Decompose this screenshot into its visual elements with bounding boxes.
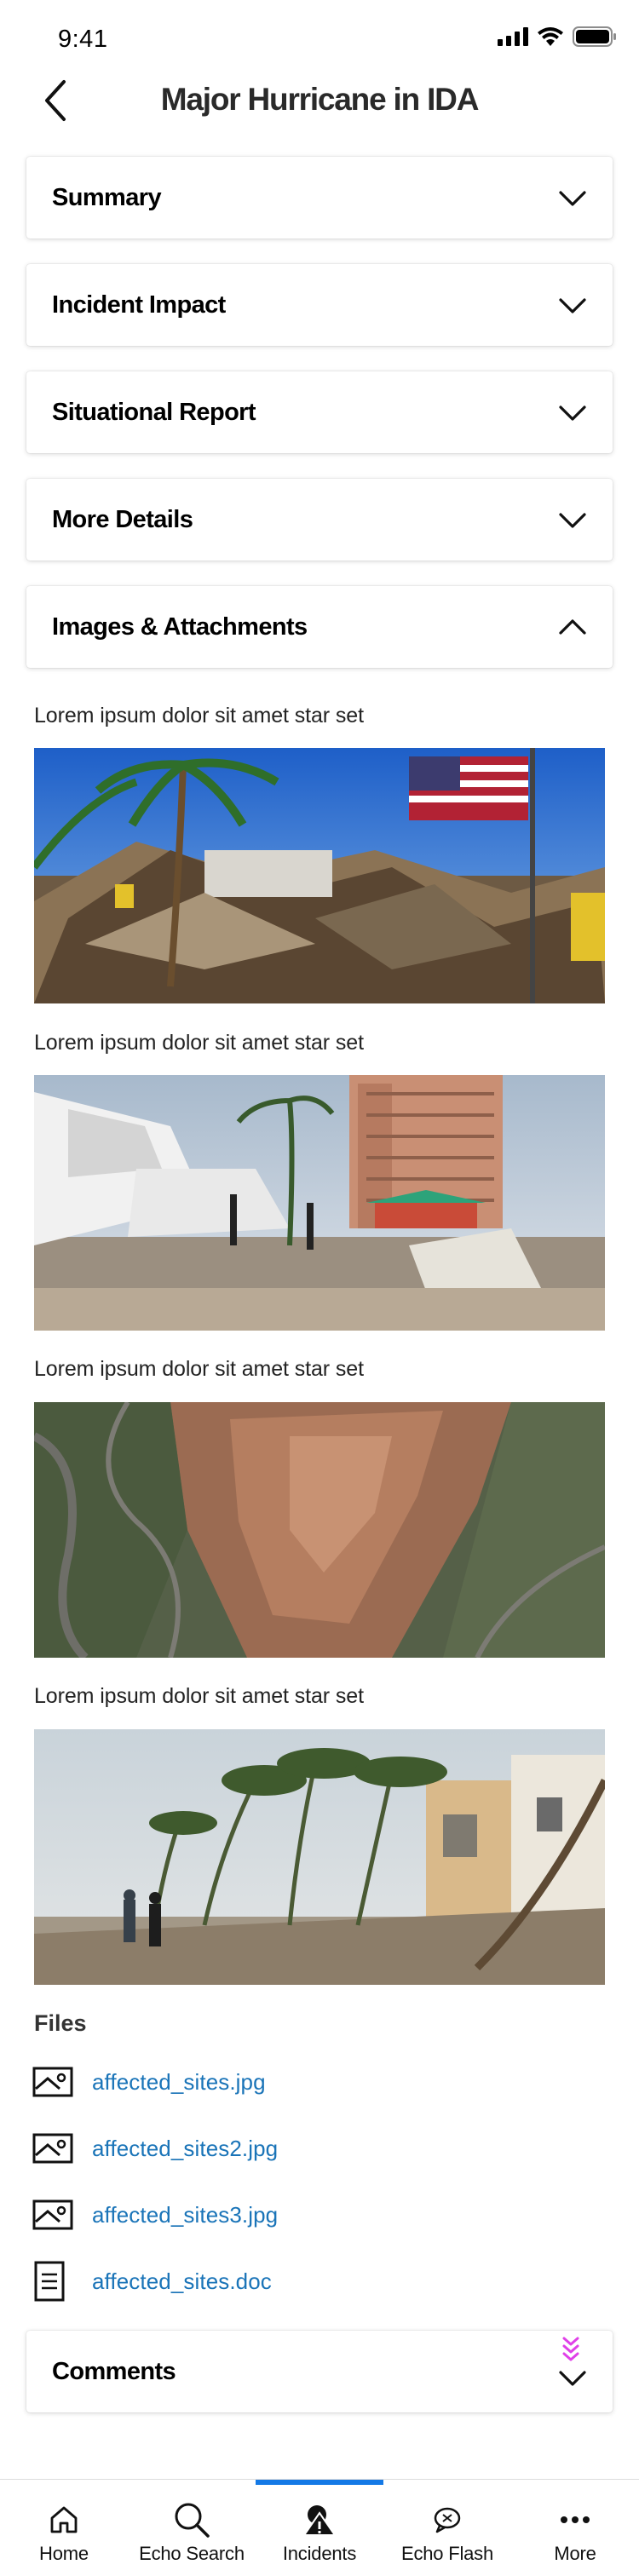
- tab-label: More: [554, 2543, 596, 2564]
- battery-icon: [573, 26, 616, 47]
- file-link[interactable]: affected_sites.jpg: [92, 2069, 266, 2096]
- image-caption: Lorem ipsum dolor sit amet star set: [34, 1684, 364, 1708]
- scroll-hint-icon: [562, 2337, 579, 2361]
- files-heading: Files: [34, 2010, 87, 2036]
- image-caption: Lorem ipsum dolor sit amet star set: [34, 1031, 364, 1055]
- more-dots-icon: [511, 2500, 639, 2539]
- status-time: 9:41: [58, 26, 108, 53]
- tab-home[interactable]: Home: [0, 2480, 128, 2576]
- file-item[interactable]: affected_sites.doc: [32, 2261, 272, 2302]
- accordion-label: Summary: [52, 184, 162, 211]
- tab-label: Echo Flash: [400, 2543, 494, 2564]
- incident-alert-icon: [256, 2500, 383, 2539]
- accordion-situational-report[interactable]: Situational Report: [26, 371, 613, 453]
- tab-more[interactable]: More: [511, 2480, 639, 2576]
- chevron-down-icon: [559, 513, 586, 528]
- accordion-images-attachments[interactable]: Images & Attachments: [26, 586, 613, 668]
- home-icon: [0, 2500, 128, 2539]
- file-link[interactable]: affected_sites.doc: [92, 2268, 272, 2295]
- attachment-photo-canyon[interactable]: [34, 1402, 605, 1658]
- image-file-icon: [32, 2194, 75, 2235]
- signal-icon: [498, 27, 528, 46]
- chat-bubble-icon: [383, 2500, 511, 2539]
- accordion-label: More Details: [52, 506, 193, 533]
- tab-label: Incidents: [282, 2543, 357, 2564]
- bottom-tab-bar: Home Echo Search Incidents Echo Flash Mo…: [0, 2479, 639, 2576]
- file-item[interactable]: affected_sites3.jpg: [32, 2194, 278, 2235]
- chevron-down-icon: [559, 405, 586, 421]
- page-title: Major Hurricane in IDA: [160, 82, 480, 117]
- tab-echo-flash[interactable]: Echo Flash: [383, 2480, 511, 2576]
- chevron-down-icon: [559, 191, 586, 206]
- search-icon: [128, 2500, 256, 2539]
- file-item[interactable]: affected_sites.jpg: [32, 2061, 266, 2102]
- tab-label: Echo Search: [139, 2543, 245, 2564]
- accordion-incident-impact[interactable]: Incident Impact: [26, 264, 613, 346]
- chevron-down-icon: [559, 2371, 586, 2386]
- attachment-photo-damage[interactable]: [34, 748, 605, 1003]
- tab-label: Home: [39, 2543, 89, 2564]
- accordion-label: Images & Attachments: [52, 613, 308, 641]
- attachment-photo-storm-beach[interactable]: [34, 1729, 605, 1985]
- accordion-label: Comments: [52, 2358, 176, 2385]
- file-link[interactable]: affected_sites2.jpg: [92, 2136, 278, 2162]
- accordion-more-details[interactable]: More Details: [26, 479, 613, 561]
- document-file-icon: [32, 2261, 75, 2302]
- chevron-up-icon: [559, 619, 586, 635]
- header: Major Hurricane in IDA: [0, 75, 639, 126]
- accordion-comments[interactable]: Comments: [26, 2331, 613, 2412]
- image-caption: Lorem ipsum dolor sit amet star set: [34, 1357, 364, 1381]
- attachment-photo-boats[interactable]: [34, 1075, 605, 1331]
- accordion-summary[interactable]: Summary: [26, 157, 613, 239]
- image-file-icon: [32, 2061, 75, 2102]
- wifi-icon: [538, 27, 563, 46]
- chevron-down-icon: [559, 298, 586, 313]
- image-file-icon: [32, 2128, 75, 2169]
- accordion-label: Incident Impact: [52, 291, 226, 319]
- status-bar: 9:41: [0, 0, 639, 75]
- file-item[interactable]: affected_sites2.jpg: [32, 2128, 278, 2169]
- accordion-label: Situational Report: [52, 399, 256, 426]
- image-caption: Lorem ipsum dolor sit amet star set: [34, 704, 364, 727]
- tab-incidents[interactable]: Incidents: [256, 2480, 383, 2576]
- tab-echo-search[interactable]: Echo Search: [128, 2480, 256, 2576]
- file-link[interactable]: affected_sites3.jpg: [92, 2202, 278, 2228]
- status-icons: [498, 26, 617, 48]
